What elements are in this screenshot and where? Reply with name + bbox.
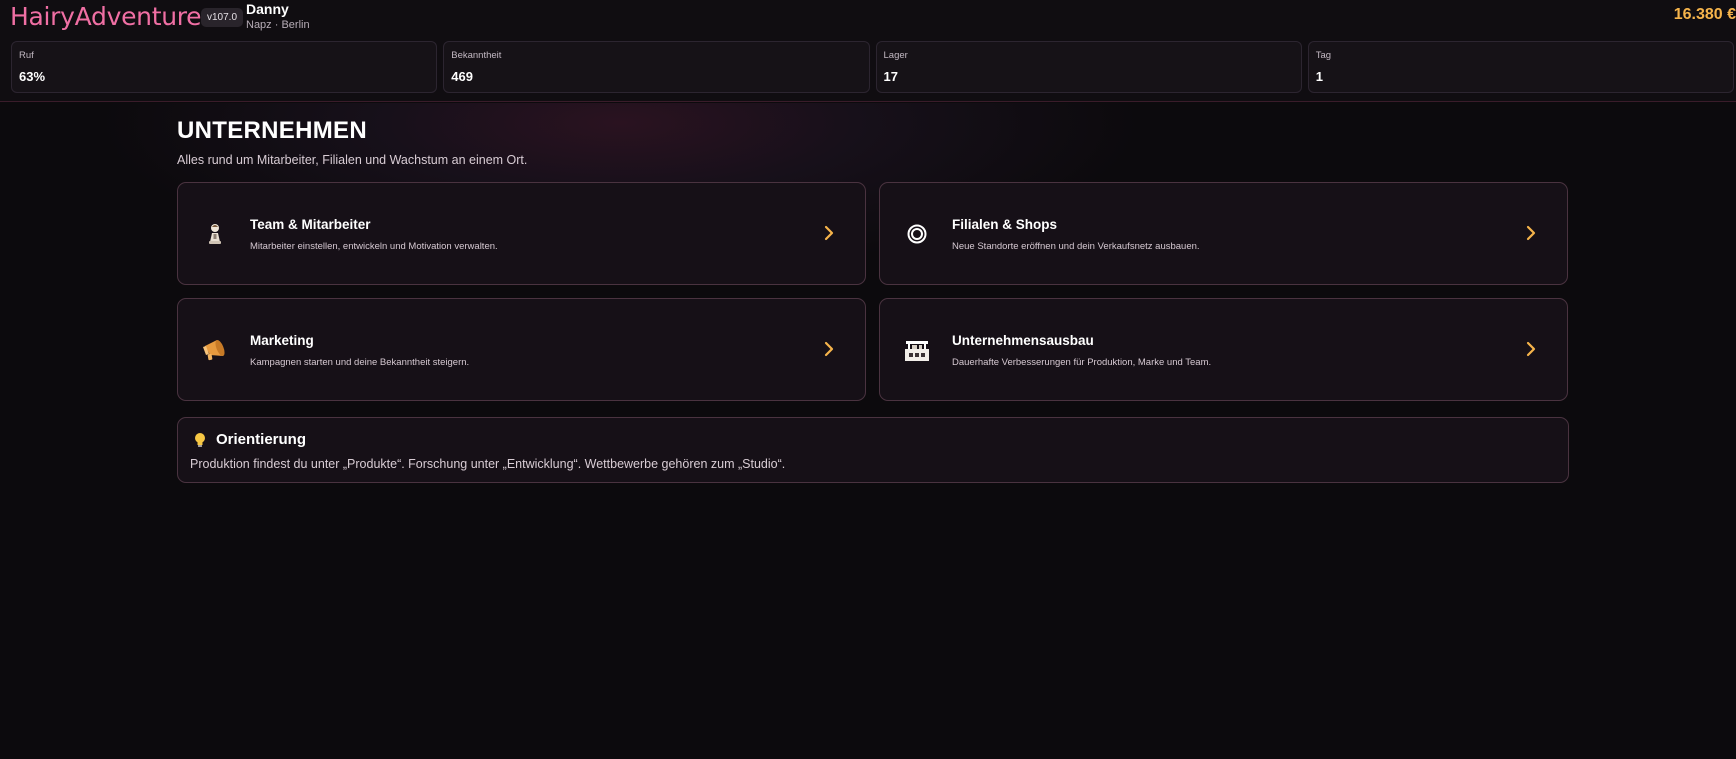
chevron-right-icon — [1526, 225, 1536, 241]
card-title: Unternehmensausbau — [952, 333, 1094, 348]
stat-label: Tag — [1315, 50, 1332, 61]
info-text: Produktion findest du unter „Produkte“. … — [190, 457, 786, 471]
card-unternehmensausbau[interactable]: Unternehmensausbau Dauerhafte Verbesseru… — [879, 298, 1568, 401]
stat-value: 469 — [451, 69, 473, 84]
player-location: Napz · Berlin — [246, 19, 310, 31]
factory-icon — [902, 335, 932, 365]
ring-icon — [902, 219, 932, 249]
chevron-right-icon — [1526, 341, 1536, 357]
stat-value: 63% — [19, 69, 46, 84]
chevron-right-icon — [824, 341, 834, 357]
stats-bar: Ruf 63% Bekanntheit 469 Lager 17 Tag 1 — [11, 41, 1734, 93]
megaphone-icon — [200, 335, 230, 365]
stat-value: 1 — [1315, 69, 1323, 84]
stat-tag: Tag 1 — [1307, 41, 1734, 93]
stat-lager: Lager 17 — [875, 41, 1302, 93]
orientation-info: Orientierung Produktion findest du unter… — [177, 417, 1569, 483]
stat-label: Lager — [883, 50, 908, 61]
page-title: UNTERNEHMEN — [177, 117, 367, 144]
lightbulb-icon — [195, 433, 205, 447]
stat-value: 17 — [883, 69, 898, 84]
stat-label: Bekanntheit — [451, 50, 502, 61]
info-title: Orientierung — [216, 431, 307, 448]
top-bar: HairyAdventure v107.0 Danny Napz · Berli… — [0, 0, 1736, 102]
money-balance: 16.380 € — [1673, 6, 1736, 23]
app-logo[interactable]: HairyAdventure — [10, 2, 202, 31]
card-description: Dauerhafte Verbesserungen für Produktion… — [952, 357, 1212, 368]
stat-ruf: Ruf 63% — [11, 41, 438, 93]
page-subtitle: Alles rund um Mitarbeiter, Filialen und … — [177, 153, 528, 167]
player-name: Danny — [246, 1, 289, 17]
card-team[interactable]: Team & Mitarbeiter Mitarbeiter einstelle… — [177, 182, 866, 285]
card-title: Filialen & Shops — [952, 217, 1058, 232]
worker-icon — [200, 219, 230, 249]
card-description: Kampagnen starten und deine Bekanntheit … — [250, 357, 470, 368]
card-title: Marketing — [250, 333, 314, 348]
version-badge: v107.0 — [201, 8, 244, 27]
stat-bekanntheit: Bekanntheit 469 — [443, 41, 870, 93]
card-title: Team & Mitarbeiter — [250, 217, 371, 232]
chevron-right-icon — [824, 225, 834, 241]
card-description: Neue Standorte eröffnen und dein Verkauf… — [952, 241, 1200, 252]
card-marketing[interactable]: Marketing Kampagnen starten und deine Be… — [177, 298, 866, 401]
card-description: Mitarbeiter einstellen, entwickeln und M… — [250, 241, 498, 252]
main-content: UNTERNEHMEN Alles rund um Mitarbeiter, F… — [0, 103, 1736, 759]
card-filialen[interactable]: Filialen & Shops Neue Standorte eröffnen… — [879, 182, 1568, 285]
stat-label: Ruf — [19, 50, 34, 61]
